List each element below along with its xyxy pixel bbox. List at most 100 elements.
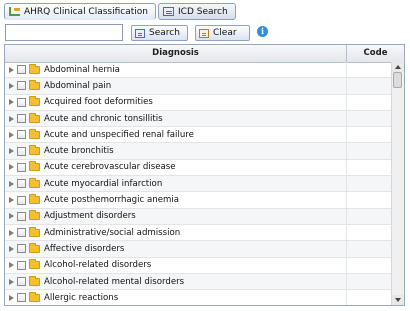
search-input[interactable] [5,24,123,41]
folder-icon [29,259,40,270]
row-checkbox[interactable] [17,228,26,238]
row-checkbox[interactable] [17,97,26,107]
table-row[interactable]: Affective disorders [5,241,392,258]
expand-arrow-icon[interactable] [9,115,14,122]
row-checkbox[interactable] [17,162,26,172]
expand-arrow-icon[interactable] [9,82,14,89]
table-row[interactable]: Allergic reactions [5,290,392,305]
folder-icon [29,242,40,253]
row-checkbox[interactable] [17,65,26,75]
table-row[interactable]: Acute bronchitis [5,143,392,160]
expand-arrow-icon[interactable] [9,294,14,301]
tab-bar: AHRQ Clinical Classification ICD Search [4,3,238,20]
expand-arrow-icon[interactable] [9,213,14,220]
tree-icon [9,7,20,16]
diagnosis-grid: Diagnosis Code Abdominal hernia Abdominal… [4,44,405,306]
row-checkbox[interactable] [17,260,26,270]
expand-arrow-icon[interactable] [9,278,14,285]
folder-icon [29,161,40,172]
row-checkbox[interactable] [17,211,26,221]
row-checkbox[interactable] [17,114,26,124]
diagnosis-cell: Allergic reactions [5,290,347,305]
tab-label: ICD Search [178,6,228,17]
tab-ahrq-clinical-classification[interactable]: AHRQ Clinical Classification [4,3,156,20]
grid-rows: Abdominal hernia Abdominal pain Acquired f… [5,62,392,305]
diagnosis-cell: Acute posthemorrhagic anemia [5,192,347,208]
row-checkbox[interactable] [17,293,26,303]
table-row[interactable]: Acute cerebrovascular disease [5,159,392,177]
row-checkbox[interactable] [17,179,26,189]
expand-arrow-icon[interactable] [9,148,14,155]
vertical-scrollbar[interactable] [391,62,404,305]
diagnosis-cell: Acute cerebrovascular disease [5,159,347,176]
info-icon[interactable]: i [257,26,268,37]
diagnosis-cell: Acute bronchitis [5,143,347,159]
diagnosis-cell: Acute and unspecified renal failure [5,127,347,143]
search-button[interactable]: Search [131,25,188,41]
row-checkbox[interactable] [17,146,26,156]
tab-icd-search[interactable]: ICD Search [158,3,236,20]
expand-arrow-icon[interactable] [9,262,14,269]
expand-arrow-icon[interactable] [9,229,14,236]
table-row[interactable]: Adjustment disorders [5,208,392,225]
row-label: Abdominal pain [44,80,112,91]
row-label: Affective disorders [44,243,125,254]
row-label: Adjustment disorders [44,211,136,222]
table-row[interactable]: Abdominal hernia [5,62,392,79]
diagnosis-cell: Alcohol-related mental disorders [5,273,347,290]
row-label: Acute posthemorrhagic anemia [44,195,180,206]
scroll-down-arrow-icon[interactable] [392,295,404,305]
search-icon [135,28,145,38]
row-checkbox[interactable] [17,81,26,91]
row-checkbox[interactable] [17,244,26,254]
table-row[interactable]: Alcohol-related mental disorders [5,273,392,291]
row-checkbox[interactable] [17,195,26,205]
folder-icon [29,226,40,237]
table-row[interactable]: Acute and unspecified renal failure [5,127,392,144]
table-row[interactable]: Abdominal pain [5,78,392,95]
table-row[interactable]: Acute posthemorrhagic anemia [5,192,392,209]
scroll-up-arrow-icon[interactable] [392,62,404,72]
row-checkbox[interactable] [17,130,26,140]
folder-icon [29,194,40,205]
folder-icon [29,275,40,286]
expand-arrow-icon[interactable] [9,131,14,138]
table-row[interactable]: Administrative/social admission [5,224,392,242]
clear-icon [199,28,209,38]
table-row[interactable]: Alcohol-related disorders [5,257,392,274]
scroll-thumb[interactable] [393,72,402,88]
folder-icon [29,112,40,123]
row-label: Acute myocardial infarction [44,178,163,189]
expand-arrow-icon[interactable] [9,99,14,106]
expand-arrow-icon[interactable] [9,66,14,73]
row-label: Acute and unspecified renal failure [44,129,194,140]
grid-header: Diagnosis Code [5,45,404,63]
diagnosis-cell: Abdominal pain [5,78,347,94]
table-row[interactable]: Acute myocardial infarction [5,176,392,193]
column-header-code[interactable]: Code [347,45,404,62]
diagnosis-cell: Alcohol-related disorders [5,257,347,273]
folder-icon [29,145,40,156]
diagnosis-cell: Abdominal hernia [5,62,347,78]
row-label: Alcohol-related mental disorders [44,276,185,287]
table-row[interactable]: Acquired foot deformities [5,94,392,111]
folder-icon [29,210,40,221]
expand-arrow-icon[interactable] [9,197,14,204]
folder-icon [29,79,40,90]
row-label: Acquired foot deformities [44,97,153,108]
expand-arrow-icon[interactable] [9,245,14,252]
row-label: Allergic reactions [44,292,119,303]
table-row[interactable]: Acute and chronic tonsillitis [5,110,392,128]
folder-icon [29,63,40,74]
row-label: Acute bronchitis [44,146,114,157]
diagnosis-cell: Affective disorders [5,241,347,257]
form-icon [163,7,174,16]
clear-button[interactable]: Clear [195,25,250,41]
row-label: Alcohol-related disorders [44,260,152,271]
column-header-diagnosis[interactable]: Diagnosis [5,45,347,62]
clear-button-label: Clear [213,28,237,38]
row-checkbox[interactable] [17,277,26,286]
expand-arrow-icon[interactable] [9,164,14,171]
row-label: Administrative/social admission [44,227,181,238]
expand-arrow-icon[interactable] [9,180,14,187]
